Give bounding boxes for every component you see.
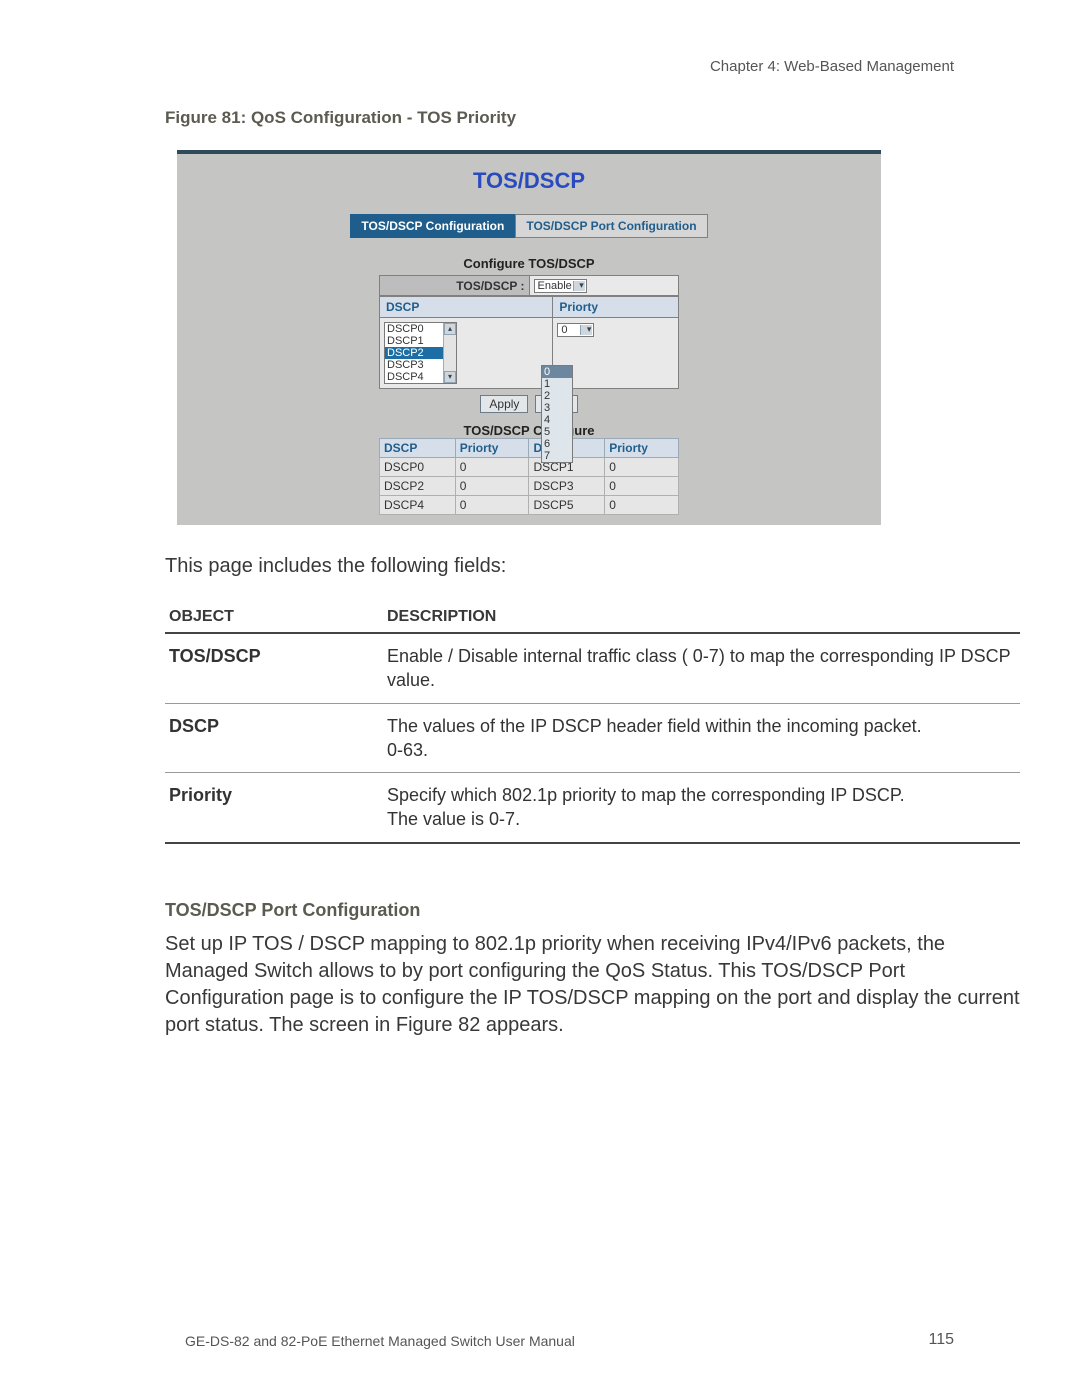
conf-col: Priorty (455, 439, 529, 458)
dscp-option[interactable]: DSCP4 (385, 371, 443, 383)
object-cell: DSCP (165, 703, 383, 773)
priority-select-value: 0 (561, 324, 567, 336)
priority-dropdown-open[interactable]: 0 1 2 3 4 5 6 7 (541, 365, 573, 463)
scroll-up-icon[interactable]: ▴ (444, 323, 456, 335)
table-row: DSCP The values of the IP DSCP header fi… (165, 703, 1020, 773)
tos-dscp-configure-table: DSCP Priorty DSCP Priorty DSCP0 0 DSCP1 … (379, 438, 679, 515)
dscp-listbox[interactable]: DSCP0 DSCP1 DSCP2 DSCP3 DSCP4 ▴ ▾ (384, 322, 457, 384)
col-priority: Priorty (553, 297, 679, 318)
dscp-option[interactable]: DSCP1 (385, 335, 443, 347)
cell: 0 (455, 496, 529, 515)
priority-option[interactable]: 4 (542, 414, 572, 426)
table-row: DSCP2 0 DSCP3 0 (380, 477, 679, 496)
desc-cell: The values of the IP DSCP header field w… (383, 703, 1020, 773)
conf-heading: TOS/DSCP Configure (189, 423, 869, 438)
priority-option[interactable]: 7 (542, 450, 572, 462)
cell: DSCP3 (529, 477, 605, 496)
table-row: DSCP0 0 DSCP1 0 (380, 458, 679, 477)
priority-option[interactable]: 5 (542, 426, 572, 438)
section-body: Set up IP TOS / DSCP mapping to 802.1p p… (165, 931, 1020, 1039)
tos-dscp-enable-row: TOS/DSCP : Enable (379, 275, 679, 296)
cell: 0 (605, 477, 679, 496)
desc-cell: Specify which 802.1p priority to map the… (383, 773, 1020, 843)
col-dscp: DSCP (380, 297, 553, 318)
listbox-scrollbar[interactable]: ▴ ▾ (443, 323, 456, 383)
cell: DSCP0 (380, 458, 456, 477)
cell: 0 (455, 458, 529, 477)
cell: 0 (455, 477, 529, 496)
table-row: DSCP4 0 DSCP5 0 (380, 496, 679, 515)
cell: 0 (605, 458, 679, 477)
priority-option[interactable]: 1 (542, 378, 572, 390)
footer-manual-title: GE-DS-82 and 82-PoE Ethernet Managed Swi… (185, 1333, 575, 1349)
conf-col: Priorty (605, 439, 679, 458)
footer-page-number: 115 (928, 1331, 954, 1349)
priority-option[interactable]: 2 (542, 390, 572, 402)
tos-dscp-select-value: Enable (538, 280, 572, 292)
priority-option[interactable]: 6 (542, 438, 572, 450)
table-row: Priority Specify which 802.1p priority t… (165, 773, 1020, 843)
priority-option[interactable]: 3 (542, 402, 572, 414)
conf-col: DSCP (380, 439, 456, 458)
dscp-option[interactable]: DSCP3 (385, 359, 443, 371)
col-description: Description (383, 602, 1020, 633)
button-row: Apply Help (189, 395, 869, 413)
priority-option[interactable]: 0 (542, 366, 572, 378)
cell: DSCP5 (529, 496, 605, 515)
desc-cell: Enable / Disable internal traffic class … (383, 633, 1020, 703)
dscp-priority-table: DSCP Priorty DSCP0 DSCP1 DSCP2 DSCP3 DSC… (379, 296, 679, 389)
configure-heading: Configure TOS/DSCP (189, 256, 869, 271)
dscp-option[interactable]: DSCP0 (385, 323, 443, 335)
col-object: Object (165, 602, 383, 633)
cell: DSCP4 (380, 496, 456, 515)
panel-title: TOS/DSCP (189, 168, 869, 194)
fields-description-table: Object Description TOS/DSCP Enable / Dis… (165, 602, 1020, 844)
scroll-down-icon[interactable]: ▾ (444, 371, 456, 383)
tos-dscp-label: TOS/DSCP : (380, 276, 530, 296)
table-row: TOS/DSCP Enable / Disable internal traff… (165, 633, 1020, 703)
tab-tos-dscp-config[interactable]: TOS/DSCP Configuration (350, 214, 515, 238)
object-cell: TOS/DSCP (165, 633, 383, 703)
cell: DSCP2 (380, 477, 456, 496)
intro-text: This page includes the following fields: (165, 553, 1020, 580)
dscp-option-selected[interactable]: DSCP2 (385, 347, 443, 359)
object-cell: Priority (165, 773, 383, 843)
section-heading: TOS/DSCP Port Configuration (165, 900, 1020, 921)
qos-screenshot: TOS/DSCP TOS/DSCP Configuration TOS/DSCP… (177, 150, 881, 525)
apply-button[interactable]: Apply (480, 395, 528, 413)
tab-tos-dscp-port-config[interactable]: TOS/DSCP Port Configuration (515, 214, 707, 238)
tos-dscp-select[interactable]: Enable (534, 279, 587, 293)
priority-select[interactable]: 0 (557, 323, 594, 337)
figure-caption: Figure 81: QoS Configuration - TOS Prior… (165, 108, 1020, 128)
cell: 0 (605, 496, 679, 515)
chapter-label: Chapter 4: Web-Based Management (710, 58, 954, 75)
tab-bar: TOS/DSCP Configuration TOS/DSCP Port Con… (189, 214, 869, 238)
